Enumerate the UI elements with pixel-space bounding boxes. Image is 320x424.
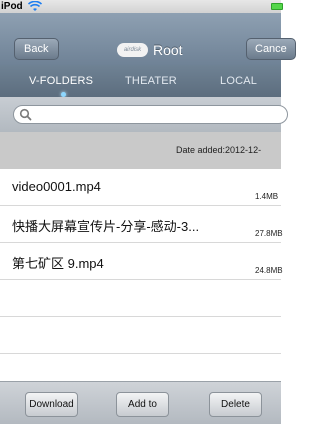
download-button[interactable]: Download xyxy=(25,392,78,417)
file-size: 24.8MB xyxy=(255,266,283,275)
file-size: 27.8MB xyxy=(255,229,283,238)
tab-local[interactable]: LOCAL xyxy=(220,75,257,87)
page-title: Root xyxy=(153,42,183,58)
tab-bar: V-FOLDERS THEATER LOCAL xyxy=(0,65,281,97)
empty-row xyxy=(0,354,281,381)
file-list: video0001.mp4 1.4MB 快播大屏幕宣传片-分享-感动-3... … xyxy=(0,169,283,381)
search-input[interactable] xyxy=(13,105,288,124)
search-bar xyxy=(0,97,288,132)
tab-v-folders[interactable]: V-FOLDERS xyxy=(29,75,93,87)
empty-row xyxy=(0,317,281,354)
file-size: 1.4MB xyxy=(255,192,279,201)
empty-row xyxy=(0,280,281,317)
tab-theater[interactable]: THEATER xyxy=(125,75,177,87)
wifi-icon xyxy=(28,1,42,11)
navigation-bar: Back airdisk Root Cance xyxy=(0,13,296,65)
battery-icon xyxy=(271,3,283,10)
search-icon xyxy=(19,108,32,121)
list-item[interactable]: 快播大屏幕宣传片-分享-感动-3... 27.8MB xyxy=(0,206,283,243)
status-bar: iPod xyxy=(0,0,283,13)
add-to-button[interactable]: Add to xyxy=(116,392,169,417)
cancel-button[interactable]: Cance xyxy=(246,38,296,60)
cloud-logo-icon: airdisk xyxy=(117,43,148,57)
file-name: video0001.mp4 xyxy=(12,179,101,194)
title-area: airdisk Root xyxy=(117,40,183,60)
list-item[interactable]: 第七矿区 9.mp4 24.8MB xyxy=(0,243,283,280)
delete-button[interactable]: Delete xyxy=(209,392,262,417)
file-name: 第七矿区 9.mp4 xyxy=(12,256,104,271)
sort-header[interactable]: Date added:2012-12- xyxy=(0,132,281,169)
sort-label: Date added:2012-12- xyxy=(176,145,262,155)
carrier-label: iPod xyxy=(1,1,23,12)
list-item[interactable]: video0001.mp4 1.4MB xyxy=(0,169,281,206)
back-button[interactable]: Back xyxy=(14,38,59,60)
bottom-toolbar: Download Add to Delete xyxy=(0,381,281,424)
file-name: 快播大屏幕宣传片-分享-感动-3... xyxy=(12,219,200,234)
